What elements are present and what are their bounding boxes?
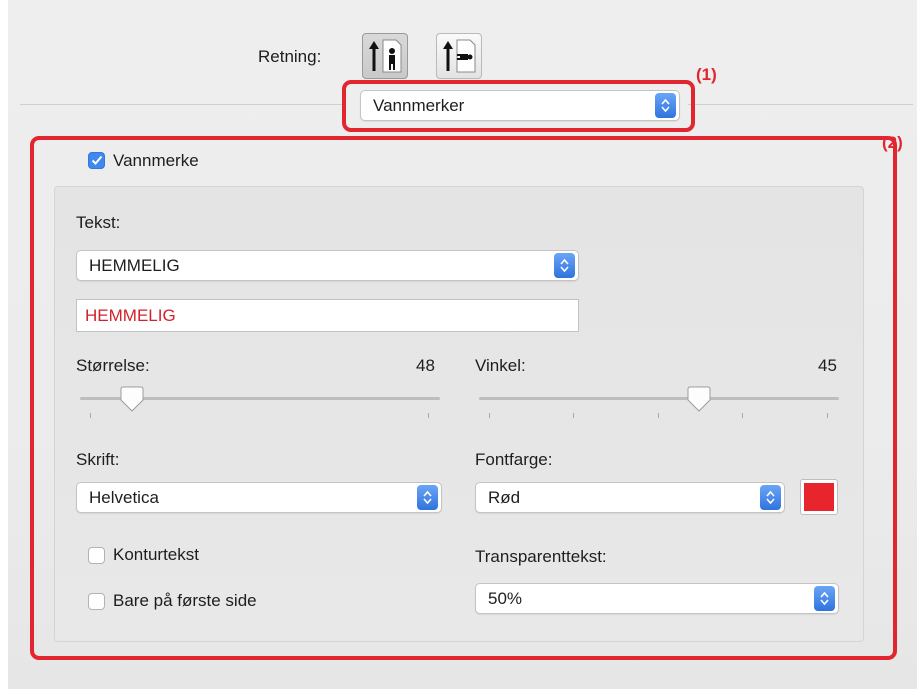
font-color-swatch[interactable] — [800, 479, 838, 515]
watermark-checkbox[interactable] — [88, 152, 105, 169]
callout-2: (2) — [882, 133, 903, 152]
checkmark-icon — [91, 155, 102, 165]
font-color-swatch-fill — [804, 483, 834, 511]
outline-text-label: Konturtekst — [113, 545, 199, 564]
updown-arrows-icon — [814, 586, 835, 611]
text-preset-select[interactable]: HEMMELIG — [76, 250, 579, 281]
angle-slider-knob[interactable] — [687, 386, 711, 412]
angle-slider-tick — [658, 413, 659, 418]
font-color-select[interactable]: Rød — [475, 482, 785, 513]
font-select[interactable]: Helvetica — [76, 482, 442, 513]
size-label: Størrelse: — [76, 356, 150, 375]
angle-slider-tick — [489, 413, 490, 418]
text-preset-value: HEMMELIG — [89, 255, 180, 275]
angle-value: 45 — [818, 356, 837, 375]
print-dialog-window: Retning: Vannmerker (1) (2) Vannmerke Te… — [8, 0, 917, 689]
callout-1: (1) — [696, 65, 717, 84]
portrait-orientation-button[interactable] — [362, 33, 408, 79]
size-slider-tick — [90, 413, 91, 418]
custom-text-field[interactable]: HEMMELIG — [76, 299, 579, 332]
font-color-select-value: Rød — [488, 487, 521, 507]
size-value: 48 — [416, 356, 435, 375]
font-label: Skrift: — [76, 450, 120, 469]
updown-arrows-icon — [760, 485, 781, 510]
orientation-label: Retning: — [258, 47, 322, 66]
transparency-select-value: 50% — [488, 588, 523, 608]
transparency-select[interactable]: 50% — [475, 583, 839, 614]
landscape-orientation-button[interactable] — [436, 33, 482, 79]
landscape-icon — [443, 39, 476, 73]
text-label: Tekst: — [76, 213, 121, 232]
transparency-label: Transparenttekst: — [475, 547, 607, 566]
font-select-value: Helvetica — [89, 487, 159, 507]
watermark-checkbox-label: Vannmerke — [113, 151, 199, 170]
size-slider[interactable] — [80, 386, 440, 422]
angle-slider[interactable] — [479, 386, 839, 422]
custom-text-value: HEMMELIG — [85, 305, 176, 325]
highlight-frame-1 — [342, 80, 695, 132]
outline-text-checkbox[interactable] — [88, 547, 105, 564]
angle-slider-tick — [742, 413, 743, 418]
angle-slider-track — [479, 397, 839, 400]
updown-arrows-icon — [417, 485, 438, 510]
first-page-only-label: Bare på første side — [113, 591, 257, 610]
separator-left — [20, 104, 345, 105]
first-page-only-checkbox[interactable] — [88, 593, 105, 610]
angle-slider-tick — [573, 413, 574, 418]
size-slider-tick — [428, 413, 429, 418]
updown-arrows-icon — [554, 253, 575, 278]
portrait-icon — [369, 39, 402, 73]
size-slider-knob[interactable] — [120, 386, 144, 412]
angle-label: Vinkel: — [475, 356, 526, 375]
separator-right — [688, 104, 913, 105]
angle-slider-tick — [827, 413, 828, 418]
font-color-label: Fontfarge: — [475, 450, 553, 469]
